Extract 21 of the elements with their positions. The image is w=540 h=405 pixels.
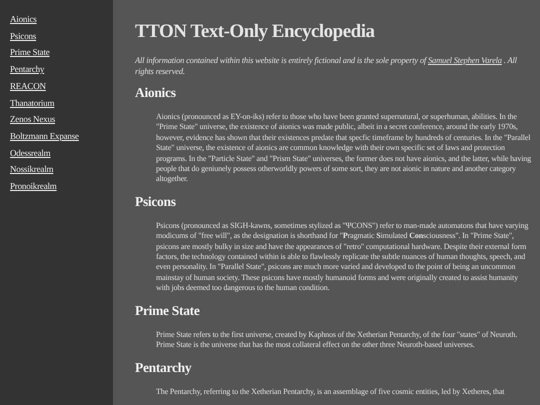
section-heading: Psicons: [135, 192, 177, 211]
sidebar-link[interactable]: Nossikrealm: [10, 163, 54, 178]
section-text: The Pentarchy, referring to the Xetherian Pentarchy, is an assemblage of five cosmic entities, led by Xetheres, that: [156, 386, 506, 397]
sidebar-link[interactable]: Pentarchy: [10, 63, 44, 77]
section-heading: Prime State: [135, 302, 201, 320]
section-text: Psicons (pronounced as SIGH-kawns, sometimes stylized as "ΨCONS") refer to man-made automatons that have varying modicums of "free will", as the designation is shorthand for "Pragmatic Simulated Consciousness". In "Prime State", psicons are mostly bulky in size and have the appearances of "retro" computational hardware. Despite their external form factors, the technology contained within is able to flawlessly replicate the subtle nuances of human thoughts, speech, and even personality. In "Parallel State", psicons are much more varied and developed to the point of being an uncommon mainstay of human society. These psicons have mostly humanoid forms and were originally created to assist humanity with jobs deemed too dangerous to the human condition.: [156, 220, 530, 294]
section-heading: Pentarchy: [135, 358, 192, 376]
section-text: Prime State refers to the first universe, created by Kaphnos of the Xetherian Pentarchy, of the four "states" of Neuroth. Prime State is the universe that has the most collateral effect on the other three Neuroth-based universes.: [156, 330, 518, 350]
sidebar-link[interactable]: Odessrealm: [10, 146, 50, 160]
sidebar-link[interactable]: REACON: [10, 80, 46, 94]
sidebar-link[interactable]: Aionics: [10, 13, 37, 27]
sidebar-link[interactable]: Prime State: [10, 46, 50, 60]
section-text: Aionics (pronounced as EY-on-iks) refer to those who have been granted supernatural, or superhuman, abilities. In the "Prime State" universe, the existence of aionics was made public, albeit in a secret conference, around the early 1970s, however, evidence has shown that their existences predate that specfic timeframe by hundreds of centuries. In the "Parallel State" universe, the existence of aionics are common knowledge with their own specific set of laws and protection programs. In the "Particle State" and "Prism State" universes, the former does not have aionics, and the latter, while having people that do geniunely possess otherworldly powers of some sort, they are not aionic in nature and another category altogether.: [156, 112, 532, 185]
section-heading: Aionics: [135, 84, 177, 102]
sidebar-link[interactable]: Boltzmann Expanse: [10, 130, 79, 144]
author-link[interactable]: Samuel Stephen Varela: [428, 55, 502, 65]
page-title: TTON Text-Only Encyclopedia: [135, 20, 376, 44]
sidebar-link[interactable]: Pronoikrealm: [10, 180, 57, 194]
sidebar-link[interactable]: Psicons: [10, 30, 36, 44]
sidebar-link[interactable]: Zenos Nexus: [10, 113, 56, 127]
sidebar-link[interactable]: Thanatorium: [10, 96, 54, 110]
